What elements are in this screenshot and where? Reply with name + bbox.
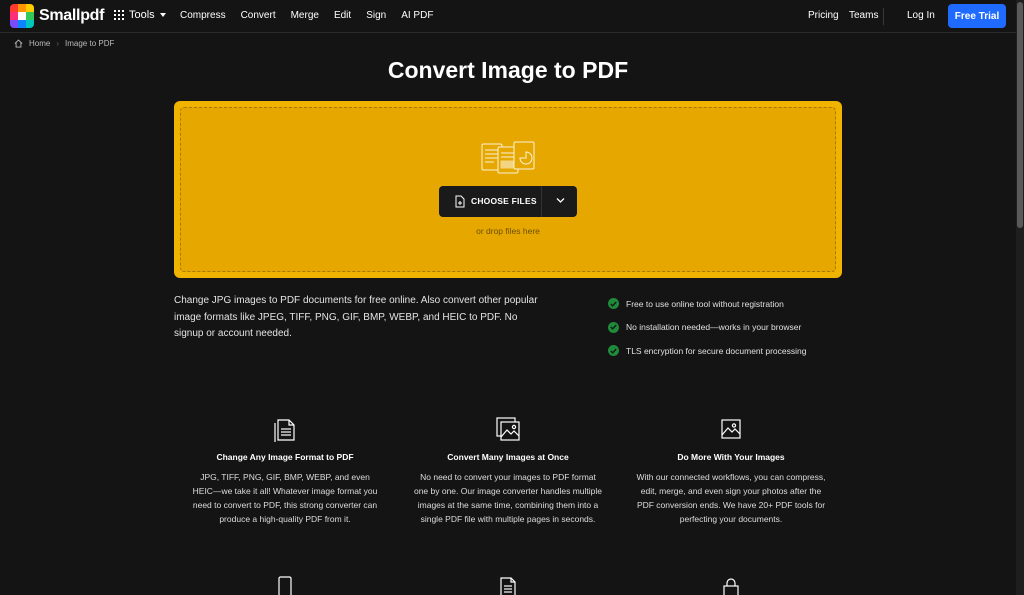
image-stack-icon	[496, 417, 520, 441]
login-link[interactable]: Log In	[907, 10, 935, 21]
page-title: Convert Image to PDF	[387, 57, 629, 83]
grid-icon	[114, 10, 124, 20]
tool-description: Change JPG images to PDF documents for f…	[174, 295, 538, 339]
nav-divider	[883, 8, 884, 25]
button-divider	[541, 186, 542, 217]
feature-item: No installation needed—works in your bro…	[608, 316, 806, 340]
feature-list: Free to use online tool without registra…	[608, 292, 806, 363]
phone-icon	[278, 576, 292, 595]
home-icon	[14, 39, 23, 48]
document-stack-icon	[274, 419, 295, 442]
choose-files-button[interactable]: CHOOSE FILES	[439, 186, 577, 217]
nav-link-pricing[interactable]: Pricing	[808, 10, 839, 21]
feature-item: TLS encryption for secure document proce…	[608, 339, 806, 363]
card-title: Do More With Your Images	[677, 452, 785, 462]
tools-label: Tools	[129, 9, 155, 21]
nav-link-teams[interactable]: Teams	[849, 10, 878, 21]
nav-link-merge[interactable]: Merge	[291, 10, 319, 21]
lock-icon	[723, 578, 739, 595]
nav-link-edit[interactable]: Edit	[334, 10, 351, 21]
feature-card: Convert Many Images at Once No need to c…	[413, 416, 603, 526]
nav-link-compress[interactable]: Compress	[180, 10, 226, 21]
chevron-down-icon[interactable]	[556, 197, 565, 204]
main-nav-links: Compress Convert Merge Edit Sign AI PDF	[180, 10, 433, 21]
brand-name: Smallpdf	[39, 7, 105, 24]
feature-text: Free to use online tool without registra…	[626, 298, 784, 309]
feature-card: Do More With Your Images With our connec…	[636, 416, 826, 526]
card-body: No need to convert your images to PDF fo…	[413, 472, 603, 524]
drop-hint-text: or drop files here	[476, 226, 540, 236]
free-trial-button[interactable]: Free Trial	[948, 4, 1006, 28]
check-circle-icon	[608, 345, 619, 357]
nav-link-convert[interactable]: Convert	[241, 10, 276, 21]
top-navbar: Smallpdf Tools Compress Convert Merge Ed…	[0, 0, 1016, 33]
image-icon	[721, 419, 741, 439]
nav-link-sign[interactable]: Sign	[366, 10, 386, 21]
check-circle-icon	[608, 321, 619, 333]
card-title: Change Any Image Format to PDF	[216, 452, 354, 462]
caret-down-icon	[159, 13, 166, 17]
feature-card: Change Any Image Format to PDF JPG, TIFF…	[190, 416, 380, 526]
card-title: Convert Many Images at Once	[447, 452, 569, 462]
breadcrumb-separator: ›	[56, 39, 60, 48]
breadcrumb-home[interactable]: Home	[29, 39, 50, 48]
document-icon	[500, 577, 516, 595]
file-add-icon	[455, 195, 465, 208]
breadcrumb-current: Image to PDF	[65, 39, 115, 48]
choose-files-label: CHOOSE FILES	[471, 196, 537, 206]
card-body: With our connected workflows, you can co…	[636, 472, 826, 524]
smallpdf-logo-icon	[10, 4, 34, 28]
feature-item: Free to use online tool without registra…	[608, 292, 806, 316]
nav-link-ai-pdf[interactable]: AI PDF	[401, 10, 433, 21]
tools-menu-button[interactable]: Tools	[114, 9, 166, 21]
feature-text: No installation needed—works in your bro…	[626, 322, 802, 333]
card-body: JPG, TIFF, PNG, GIF, BMP, WEBP, and even…	[192, 472, 378, 524]
logo[interactable]: Smallpdf	[10, 4, 104, 28]
breadcrumb: Home › Image to PDF	[14, 39, 114, 48]
scrollbar-thumb[interactable]	[1017, 2, 1023, 228]
check-circle-icon	[608, 298, 619, 310]
files-illustration-icon	[481, 141, 535, 174]
feature-text: TLS encryption for secure document proce…	[626, 345, 807, 356]
